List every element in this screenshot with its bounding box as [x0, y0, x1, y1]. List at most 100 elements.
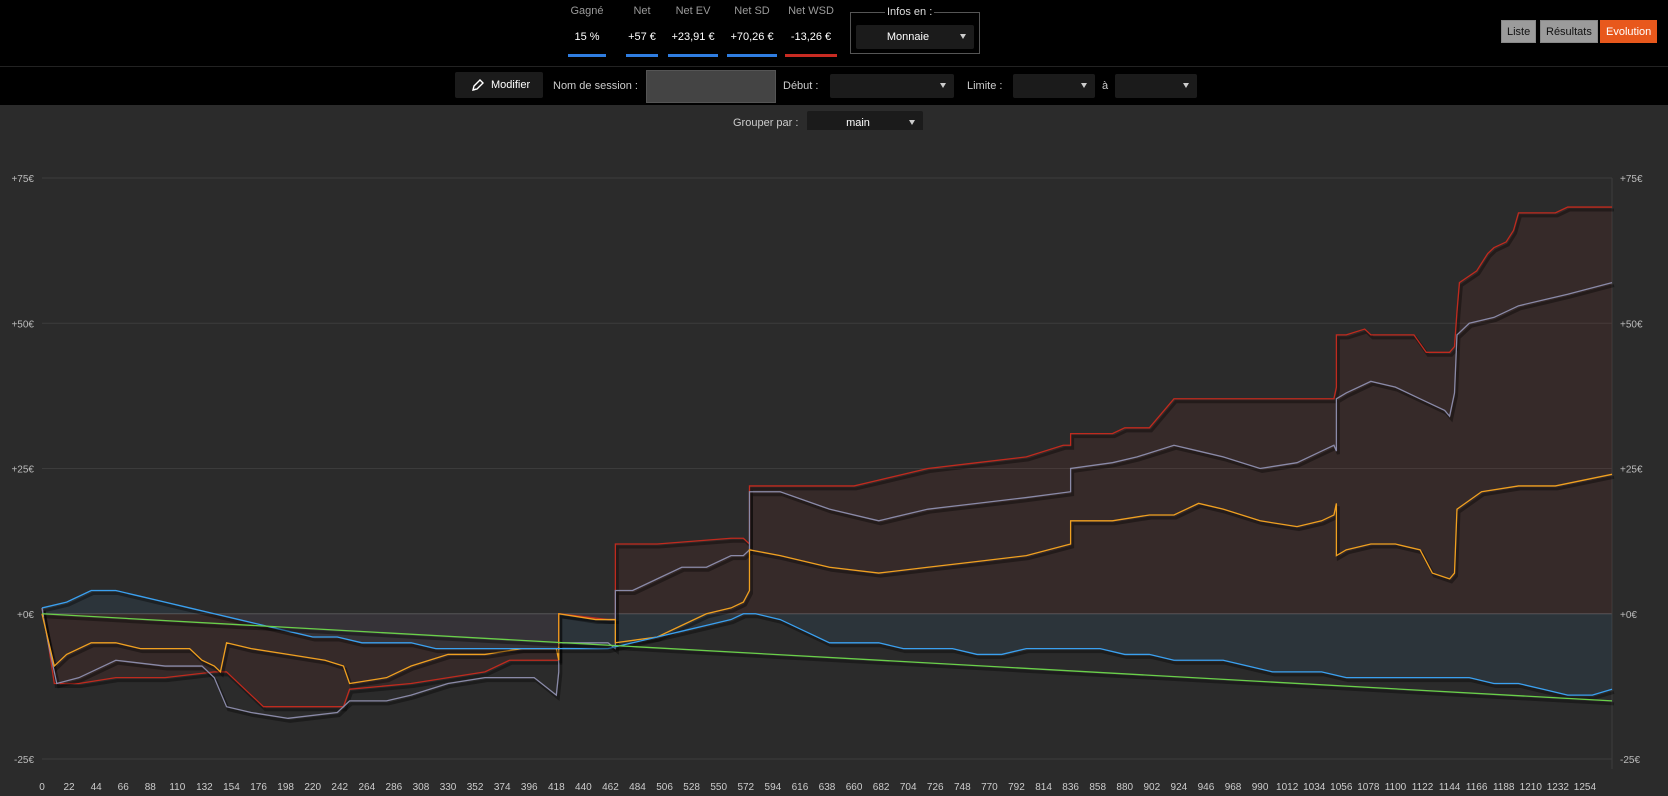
y-tick-label-left: +0€	[17, 610, 34, 621]
chevron-down-icon	[1081, 83, 1087, 88]
x-tick-label: 1056	[1330, 782, 1353, 793]
x-tick-label: 682	[873, 782, 890, 793]
x-tick-label: 550	[710, 782, 727, 793]
stat-underline	[668, 54, 718, 57]
x-tick-label: 836	[1062, 782, 1079, 793]
x-tick-label: 726	[927, 782, 944, 793]
stat-value: +23,91 €	[671, 31, 715, 43]
x-tick-label: 132	[196, 782, 213, 793]
evolution-chart: +75€ +75€ +50€ +50€ +25€ +25€ +0€ +0€ -25€ -25€ 0 2…	[0, 130, 1668, 796]
x-tick-label: 1012	[1276, 782, 1299, 793]
x-tick-label: 242	[331, 782, 348, 793]
stat-label: Net WSD	[788, 5, 834, 17]
x-tick-label: 198	[277, 782, 294, 793]
y-tick-label-left: +50€	[11, 319, 34, 330]
group-by-value: main	[846, 117, 870, 129]
x-tick-label: 858	[1089, 782, 1106, 793]
x-tick-label: 1144	[1439, 782, 1461, 793]
stat-value: +70,26 €	[730, 31, 774, 43]
view-liste-button[interactable]: Liste	[1501, 20, 1537, 43]
chevron-down-icon	[940, 83, 946, 88]
x-tick-label: 88	[145, 782, 157, 793]
pencil-icon	[472, 79, 484, 91]
x-tick-label: 1122	[1412, 782, 1434, 793]
infos-select[interactable]: Monnaie	[856, 25, 974, 49]
stat-value: -13,26 €	[790, 31, 832, 43]
chevron-down-icon	[909, 120, 915, 125]
x-tick-label: 352	[467, 782, 484, 793]
x-tick-label: 330	[440, 782, 457, 793]
stat-label: Gagné	[570, 5, 604, 17]
stat-underline	[727, 54, 777, 57]
chevron-down-icon	[1183, 83, 1189, 88]
x-tick-label: 770	[981, 782, 998, 793]
view-resultats-button[interactable]: Résultats	[1540, 20, 1598, 43]
session-name-label: Nom de session :	[553, 80, 638, 92]
x-tick-label: 968	[1225, 782, 1242, 793]
x-tick-label: 1034	[1303, 782, 1326, 793]
y-tick-label-left: -25€	[14, 755, 34, 766]
debut-label: Début :	[783, 80, 819, 92]
x-tick-label: 990	[1252, 782, 1269, 793]
x-tick-label: 110	[169, 782, 185, 793]
limite-select[interactable]	[1013, 74, 1095, 98]
x-tick-label: 1188	[1493, 782, 1515, 793]
y-tick-label-left: +25€	[11, 465, 34, 476]
modifier-button[interactable]: Modifier	[455, 72, 543, 98]
x-tick-label: 418	[548, 782, 565, 793]
stat-label: Net EV	[675, 5, 711, 17]
x-tick-label: 704	[900, 782, 917, 793]
x-tick-label: 44	[91, 782, 103, 793]
stat-underline	[626, 54, 658, 57]
stat-label: Net	[633, 5, 651, 17]
x-tick-label: 748	[954, 782, 971, 793]
x-tick-label: 638	[819, 782, 836, 793]
stat-label: Net SD	[734, 5, 770, 17]
x-tick-label: 66	[118, 782, 130, 793]
x-tick-label: 396	[521, 782, 538, 793]
group-by-label: Grouper par :	[733, 117, 799, 129]
x-tick-label: 1232	[1547, 782, 1570, 793]
x-tick-label: 880	[1116, 782, 1133, 793]
limite-label: Limite :	[967, 80, 1003, 92]
session-name-input[interactable]	[646, 70, 776, 103]
x-tick-label: 176	[250, 782, 267, 793]
stat-value: +57 €	[628, 31, 656, 43]
stat-underline	[785, 54, 837, 57]
top-bar: Gagné 15 % Net +57 € Net EV +23,91 € Net…	[0, 0, 1668, 66]
debut-select[interactable]	[830, 74, 954, 98]
x-tick-label: 154	[223, 782, 240, 793]
x-tick-label: 1254	[1574, 782, 1597, 793]
a-label: à	[1102, 80, 1109, 92]
x-tick-label: 616	[792, 782, 809, 793]
x-tick-label: 1078	[1357, 782, 1380, 793]
x-tick-label: 264	[358, 782, 375, 793]
chevron-down-icon	[960, 34, 966, 39]
x-tick-label: 1210	[1520, 782, 1543, 793]
limite-end-select[interactable]	[1115, 74, 1197, 98]
y-tick-label-right: -25€	[1620, 755, 1640, 766]
x-tick-label: 1100	[1385, 782, 1407, 793]
x-tick-label: 792	[1008, 782, 1025, 793]
stat-value: 15 %	[574, 31, 600, 43]
x-tick-label: 1166	[1466, 782, 1488, 793]
y-tick-label-right: +50€	[1620, 319, 1643, 330]
x-tick-label: 594	[765, 782, 782, 793]
x-tick-label: 308	[413, 782, 430, 793]
infos-label: Infos en :	[885, 6, 935, 18]
x-tick-label: 0	[39, 782, 45, 793]
stat-underline	[568, 54, 606, 57]
x-tick-label: 440	[575, 782, 592, 793]
x-tick-label: 924	[1171, 782, 1188, 793]
x-tick-label: 22	[64, 782, 76, 793]
x-tick-label: 220	[304, 782, 321, 793]
x-tick-label: 528	[683, 782, 700, 793]
x-tick-label: 286	[386, 782, 403, 793]
y-tick-label-right: +0€	[1620, 610, 1637, 621]
x-tick-label: 902	[1143, 782, 1160, 793]
view-evolution-button[interactable]: Evolution	[1600, 20, 1658, 43]
x-tick-label: 484	[629, 782, 646, 793]
x-tick-label: 814	[1035, 782, 1052, 793]
x-tick-label: 572	[737, 782, 754, 793]
infos-select-value: Monnaie	[886, 31, 930, 43]
